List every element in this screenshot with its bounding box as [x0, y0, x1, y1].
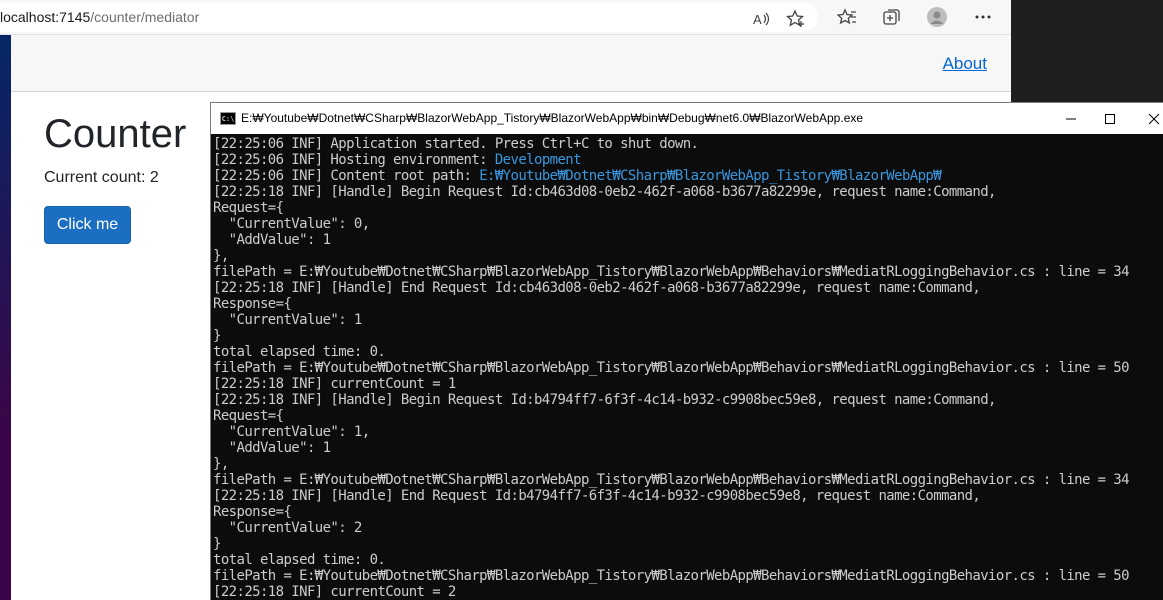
page-title: Counter	[44, 112, 187, 156]
log-text: }	[213, 328, 221, 344]
collections-icon[interactable]	[880, 5, 904, 29]
console-titlebar[interactable]: C:\ E:₩Youtube₩Dotnet₩CSharp₩BlazorWebAp…	[211, 103, 1163, 134]
log-text: filePath = E:₩Youtube₩Dotnet₩CSharp₩Blaz…	[213, 472, 1130, 488]
log-text: },	[213, 248, 229, 264]
log-text: [22:25:18 INF] [Handle] End Request Id:b…	[213, 488, 981, 504]
console-log-line: "CurrentValue": 0,	[213, 216, 1163, 232]
log-text: Response={	[213, 296, 292, 312]
console-log-line: [22:25:06 INF] Application started. Pres…	[213, 136, 1163, 152]
favorites-icon[interactable]	[835, 5, 859, 29]
console-log-line: }	[213, 328, 1163, 344]
console-log-line: },	[213, 456, 1163, 472]
console-log-line: "CurrentValue": 2	[213, 520, 1163, 536]
log-highlight: Development	[494, 152, 582, 168]
url-host: localhost:7145	[0, 9, 91, 25]
console-log-line: "AddValue": 1	[213, 440, 1163, 456]
log-text: filePath = E:₩Youtube₩Dotnet₩CSharp₩Blaz…	[213, 360, 1130, 376]
log-text: "AddValue": 1	[213, 232, 331, 248]
profile-icon[interactable]	[925, 5, 949, 29]
log-text: Request={	[213, 408, 284, 424]
log-text: [22:25:06 INF] Content root path:	[213, 168, 480, 184]
log-text: [22:25:18 INF] [Handle] Begin Request Id…	[213, 184, 996, 200]
log-text: }	[213, 536, 221, 552]
console-log-line: Request={	[213, 200, 1163, 216]
console-log-line: filePath = E:₩Youtube₩Dotnet₩CSharp₩Blaz…	[213, 264, 1163, 280]
console-log-line: [22:25:18 INF] [Handle] End Request Id:b…	[213, 488, 1163, 504]
console-log-line: Response={	[213, 504, 1163, 520]
log-highlight: E:₩Youtube₩Dotnet₩CSharp₩BlazorWebApp_Ti…	[479, 168, 942, 184]
log-text: total elapsed time: 0.	[213, 552, 386, 568]
log-text: "CurrentValue": 1,	[213, 424, 371, 440]
click-me-button[interactable]: Click me	[44, 206, 131, 244]
log-text: filePath = E:₩Youtube₩Dotnet₩CSharp₩Blaz…	[213, 264, 1130, 280]
log-text: [22:25:18 INF] [Handle] Begin Request Id…	[213, 392, 996, 408]
log-text: filePath = E:₩Youtube₩Dotnet₩CSharp₩Blaz…	[213, 568, 1130, 584]
console-log-line: [22:25:18 INF] [Handle] End Request Id:c…	[213, 280, 1163, 296]
console-log-line: "CurrentValue": 1,	[213, 424, 1163, 440]
console-log-line: filePath = E:₩Youtube₩Dotnet₩CSharp₩Blaz…	[213, 360, 1163, 376]
about-link[interactable]: About	[943, 54, 987, 74]
log-text: "CurrentValue": 1	[213, 312, 363, 328]
console-log-line: },	[213, 248, 1163, 264]
console-log-line: [22:25:18 INF] currentCount = 2	[213, 584, 1163, 600]
svg-text:A: A	[753, 12, 762, 27]
log-text: total elapsed time: 0.	[213, 344, 386, 360]
log-text: [22:25:06 INF] Application started. Pres…	[213, 136, 699, 152]
console-icon-label: C:\	[221, 114, 235, 123]
console-log-line: "CurrentValue": 1	[213, 312, 1163, 328]
more-icon[interactable]	[971, 5, 995, 29]
url-path: /counter/mediator	[90, 9, 200, 25]
address-bar: localhost:7145/counter/mediator A	[0, 0, 1011, 35]
url-text[interactable]: localhost:7145/counter/mediator	[0, 9, 199, 25]
log-text: Request={	[213, 200, 284, 216]
console-log-line: "AddValue": 1	[213, 232, 1163, 248]
console-log-line: filePath = E:₩Youtube₩Dotnet₩CSharp₩Blaz…	[213, 472, 1163, 488]
log-text: [22:25:18 INF] currentCount = 2	[213, 584, 456, 600]
console-log-line: total elapsed time: 0.	[213, 552, 1163, 568]
read-aloud-icon[interactable]: A	[750, 7, 774, 31]
console-title: E:₩Youtube₩Dotnet₩CSharp₩BlazorWebApp_Ti…	[241, 111, 864, 125]
log-text: "CurrentValue": 0,	[213, 216, 371, 232]
log-text: "AddValue": 1	[213, 440, 331, 456]
log-text: [22:25:18 INF] [Handle] End Request Id:c…	[213, 280, 981, 296]
close-button[interactable]	[1131, 103, 1163, 134]
log-text: },	[213, 456, 229, 472]
log-text: [22:25:06 INF] Hosting environment:	[213, 152, 495, 168]
close-icon	[1148, 113, 1160, 124]
console-log-line: [22:25:06 INF] Hosting environment: Deve…	[213, 152, 1163, 168]
console-log-line: [22:25:18 INF] [Handle] Begin Request Id…	[213, 184, 1163, 200]
console-window: C:\ E:₩Youtube₩Dotnet₩CSharp₩BlazorWebAp…	[210, 102, 1163, 600]
console-log-line: Response={	[213, 296, 1163, 312]
top-row: About	[11, 35, 1011, 92]
console-app-icon: C:\	[220, 112, 236, 125]
console-log-line: Request={	[213, 408, 1163, 424]
console-log-line: [22:25:06 INF] Content root path: E:₩You…	[213, 168, 1163, 184]
console-log-line: }	[213, 536, 1163, 552]
sidebar	[0, 35, 11, 600]
log-text: [22:25:18 INF] currentCount = 1	[213, 376, 456, 392]
maximize-icon	[1105, 113, 1115, 124]
minimize-icon	[1066, 118, 1076, 119]
log-text: "CurrentValue": 2	[213, 520, 363, 536]
console-log-line: [22:25:18 INF] currentCount = 1	[213, 376, 1163, 392]
current-count-text: Current count: 2	[44, 169, 159, 186]
maximize-button[interactable]	[1087, 103, 1133, 134]
add-favorite-icon[interactable]	[784, 7, 808, 31]
console-output[interactable]: [22:25:06 INF] Application started. Pres…	[213, 136, 1163, 600]
console-log-line: total elapsed time: 0.	[213, 344, 1163, 360]
log-text: Response={	[213, 504, 292, 520]
url-field[interactable]: localhost:7145/counter/mediator A	[0, 2, 818, 32]
console-log-line: filePath = E:₩Youtube₩Dotnet₩CSharp₩Blaz…	[213, 568, 1163, 584]
console-log-line: [22:25:18 INF] [Handle] Begin Request Id…	[213, 392, 1163, 408]
